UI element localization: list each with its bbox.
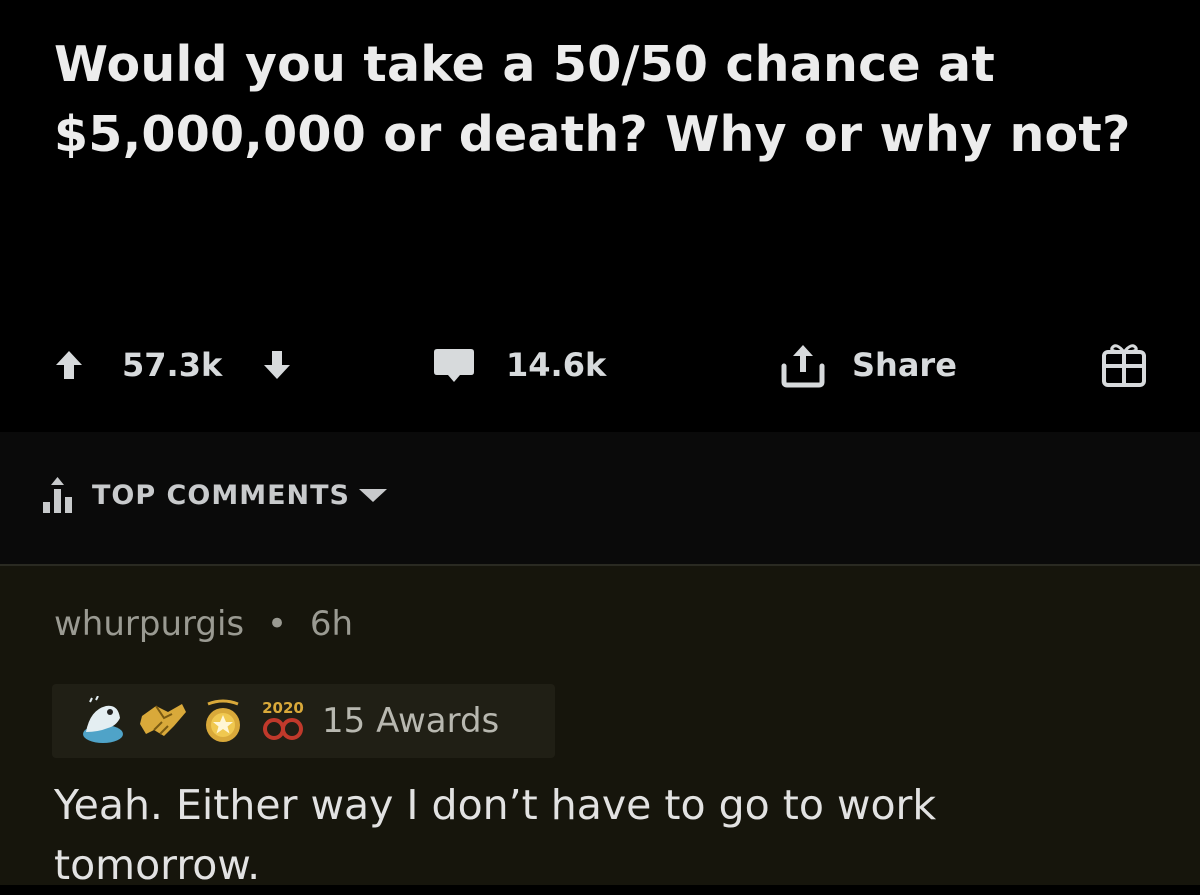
post: Would you take a 50/50 chance at $5,000,…	[0, 0, 1200, 432]
comment-age: 6h	[309, 604, 354, 644]
share-button[interactable]: Share	[778, 335, 957, 395]
downvote-arrow-icon[interactable]	[262, 349, 292, 381]
upvote-button[interactable]	[54, 335, 84, 395]
vote-count: 57.3k	[122, 335, 222, 395]
post-action-bar: 57.3k 14.6k Share	[0, 335, 1200, 395]
sort-label[interactable]: TOP COMMENTS	[92, 480, 350, 511]
2020-glasses-award-icon: 2020	[258, 696, 308, 746]
sort-dropdown[interactable]: TOP COMMENTS	[40, 470, 390, 520]
gift-award-icon	[1101, 342, 1147, 388]
comment-author[interactable]: whurpurgis	[54, 604, 244, 644]
gold-star-award-icon	[198, 696, 248, 746]
comment-meta: whurpurgis • 6h	[54, 604, 353, 644]
awards-count-label[interactable]: 15 Awards	[322, 701, 499, 741]
wholesome-seal-award-icon	[78, 696, 128, 746]
award-2020-text: 2020	[262, 699, 304, 717]
handshake-award-icon	[138, 696, 188, 746]
give-award-button[interactable]	[1101, 335, 1147, 395]
bar-chart-icon	[40, 475, 76, 515]
share-label: Share	[852, 346, 957, 384]
comment-count: 14.6k	[506, 346, 607, 384]
caret-down-icon[interactable]	[356, 485, 390, 505]
meta-separator: •	[266, 604, 288, 644]
awards-row[interactable]: 2020 15 Awards	[52, 684, 555, 758]
comment-bubble-icon	[432, 345, 476, 385]
post-title: Would you take a 50/50 chance at $5,000,…	[54, 36, 1131, 163]
share-icon	[778, 342, 828, 388]
comments-button[interactable]: 14.6k	[432, 335, 606, 395]
comment-body: Yeah. Either way I don’t have to go to w…	[54, 781, 937, 889]
upvote-arrow-icon[interactable]	[54, 349, 84, 381]
upvote-count: 57.3k	[122, 346, 223, 384]
downvote-button[interactable]	[262, 335, 292, 395]
